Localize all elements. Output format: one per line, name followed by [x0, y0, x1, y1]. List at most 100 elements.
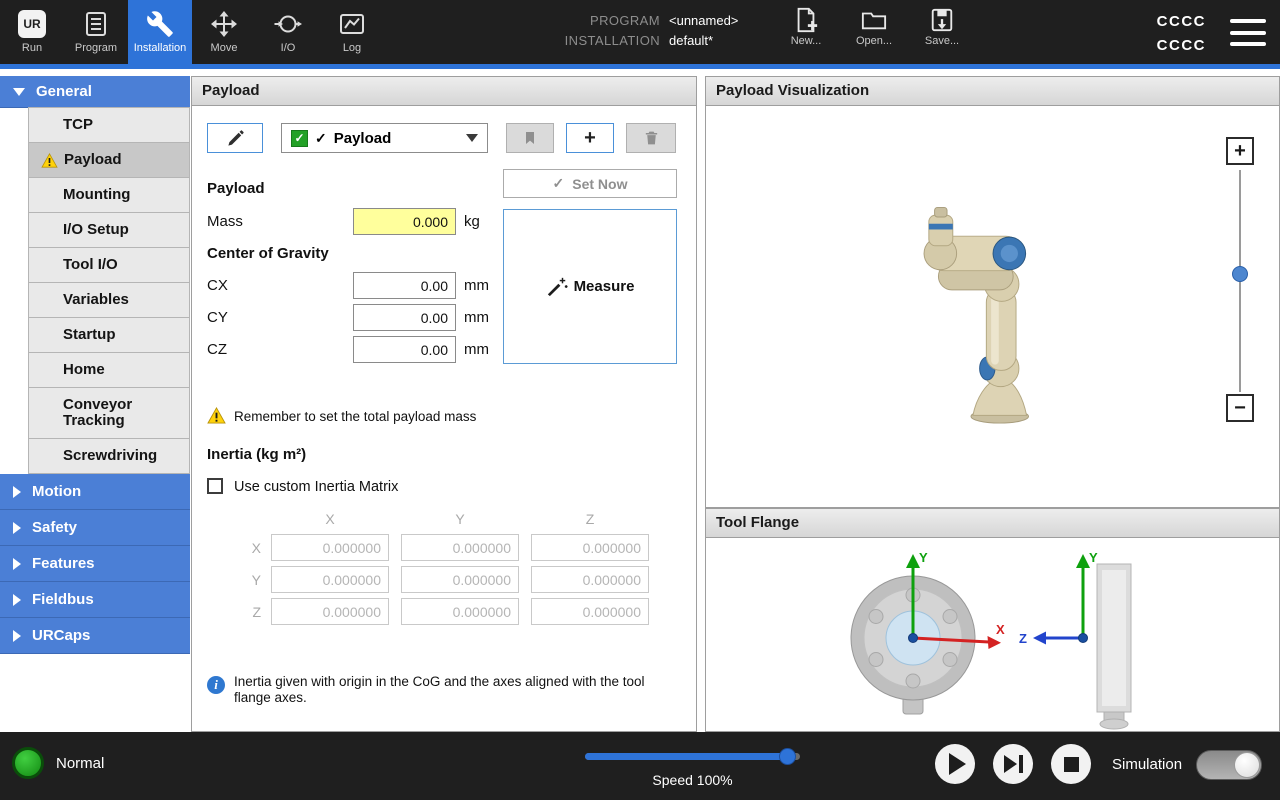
axis-y-label: Y	[1089, 550, 1098, 565]
installation-name: default*	[669, 33, 738, 48]
stop-icon	[1064, 757, 1079, 772]
inertia-zx-input[interactable]	[271, 598, 389, 625]
caret-down-icon	[466, 134, 478, 142]
delete-payload-button[interactable]	[626, 123, 676, 153]
simulation-toggle[interactable]	[1196, 750, 1262, 780]
sidebar-item-conveyor-tracking[interactable]: Conveyor Tracking	[28, 387, 190, 439]
sidebar-section-fieldbus[interactable]: Fieldbus	[0, 582, 190, 618]
clock-line-1: CCCC	[1130, 10, 1206, 34]
mass-unit: kg	[464, 213, 480, 230]
inertia-yz-input[interactable]	[531, 566, 649, 593]
hamburger-menu-icon[interactable]	[1230, 19, 1266, 46]
set-default-payload-button[interactable]	[506, 123, 554, 153]
cx-input[interactable]	[353, 272, 456, 299]
axis-x-label: X	[996, 622, 1005, 637]
speed-slider-fill	[585, 753, 788, 760]
wand-icon	[546, 276, 568, 298]
sidebar-section-features[interactable]: Features	[0, 546, 190, 582]
matrix-row-header-y: Y	[207, 572, 261, 588]
tab-label: Log	[343, 42, 361, 54]
step-icon	[1004, 755, 1023, 773]
cz-input[interactable]	[353, 336, 456, 363]
sidebar-item-tool-io[interactable]: Tool I/O	[28, 247, 190, 283]
file-actions: New... Open... Save...	[780, 7, 968, 47]
open-button[interactable]: Open...	[848, 7, 900, 47]
set-now-button[interactable]: ✓ Set Now	[503, 169, 677, 198]
stop-button[interactable]	[1051, 744, 1091, 784]
sidebar-item-startup[interactable]: Startup	[28, 317, 190, 353]
trash-icon	[643, 129, 660, 147]
matrix-col-header-x: X	[271, 511, 389, 527]
chevron-right-icon	[13, 630, 21, 642]
zoom-in-button[interactable]: +	[1226, 137, 1254, 165]
mass-input[interactable]	[353, 208, 456, 235]
rename-payload-button[interactable]	[207, 123, 263, 153]
inertia-xz-input[interactable]	[531, 534, 649, 561]
speed-slider-handle[interactable]	[779, 748, 796, 765]
step-button[interactable]	[993, 744, 1033, 784]
matrix-row-header-x: X	[207, 540, 261, 556]
zoom-slider-handle[interactable]	[1232, 266, 1248, 282]
section-label: Motion	[32, 483, 81, 500]
inertia-yy-input[interactable]	[401, 566, 519, 593]
wrench-icon	[146, 10, 174, 38]
cy-input[interactable]	[353, 304, 456, 331]
tab-log[interactable]: Log	[320, 0, 384, 64]
sidebar-section-general[interactable]: General	[0, 76, 190, 108]
program-name: <unnamed>	[669, 13, 738, 28]
inertia-yx-input[interactable]	[271, 566, 389, 593]
measure-button[interactable]: Measure	[503, 209, 677, 364]
play-button[interactable]	[935, 744, 975, 784]
tab-installation[interactable]: Installation	[128, 0, 192, 64]
sidebar-section-urcaps[interactable]: URCaps	[0, 618, 190, 654]
section-label: General	[36, 83, 92, 100]
simulation-label: Simulation	[1112, 756, 1182, 773]
tab-label: Installation	[134, 42, 187, 54]
zoom-out-button[interactable]: −	[1226, 394, 1254, 422]
new-button[interactable]: New...	[780, 7, 832, 47]
top-bar: UR Run Program Installation Move	[0, 0, 1280, 69]
sidebar-section-motion[interactable]: Motion	[0, 474, 190, 510]
measure-label: Measure	[574, 278, 635, 295]
sidebar-item-io-setup[interactable]: I/O Setup	[28, 212, 190, 248]
inertia-zy-input[interactable]	[401, 598, 519, 625]
sidebar-section-safety[interactable]: Safety	[0, 510, 190, 546]
speed-slider-track[interactable]	[585, 753, 800, 760]
inertia-xx-input[interactable]	[271, 534, 389, 561]
chevron-right-icon	[13, 486, 21, 498]
payload-panel-title: Payload	[192, 77, 696, 106]
cy-unit: mm	[464, 309, 489, 326]
sidebar-item-screwdriving[interactable]: Screwdriving	[28, 438, 190, 474]
sidebar-item-home[interactable]: Home	[28, 352, 190, 388]
sidebar: General TCP Payload Mounting I/O Setup T…	[0, 76, 190, 654]
cz-unit: mm	[464, 341, 489, 358]
topbar-accent-line	[0, 64, 1280, 69]
sidebar-item-payload[interactable]: Payload	[28, 142, 190, 178]
save-button[interactable]: Save...	[916, 7, 968, 47]
visualization-panel-title: Payload Visualization	[706, 77, 1279, 106]
open-label: Open...	[856, 35, 892, 47]
new-file-icon	[793, 7, 819, 33]
plus-icon: +	[1234, 140, 1246, 163]
tab-label: I/O	[281, 42, 296, 54]
add-payload-button[interactable]: +	[566, 123, 614, 153]
program-installation-info: PROGRAM <unnamed> INSTALLATION default*	[548, 13, 738, 48]
inertia-xy-input[interactable]	[401, 534, 519, 561]
payload-select-dropdown[interactable]: ✓ ✓ Payload	[281, 123, 488, 153]
pencil-icon	[226, 129, 245, 148]
custom-inertia-label: Use custom Inertia Matrix	[234, 479, 398, 495]
ur-logo-icon: UR	[18, 10, 46, 38]
tab-run[interactable]: UR Run	[0, 0, 64, 64]
cx-unit: mm	[464, 277, 489, 294]
inertia-zz-input[interactable]	[531, 598, 649, 625]
sidebar-item-mounting[interactable]: Mounting	[28, 177, 190, 213]
speed-control: Speed 100%	[585, 746, 800, 788]
sidebar-item-variables[interactable]: Variables	[28, 282, 190, 318]
robot-status[interactable]: Normal	[12, 747, 104, 779]
custom-inertia-checkbox[interactable]	[207, 478, 223, 494]
robot-3d-view	[856, 201, 1086, 441]
tab-move[interactable]: Move	[192, 0, 256, 64]
sidebar-item-tcp[interactable]: TCP	[28, 107, 190, 143]
tab-program[interactable]: Program	[64, 0, 128, 64]
tab-io[interactable]: I/O	[256, 0, 320, 64]
